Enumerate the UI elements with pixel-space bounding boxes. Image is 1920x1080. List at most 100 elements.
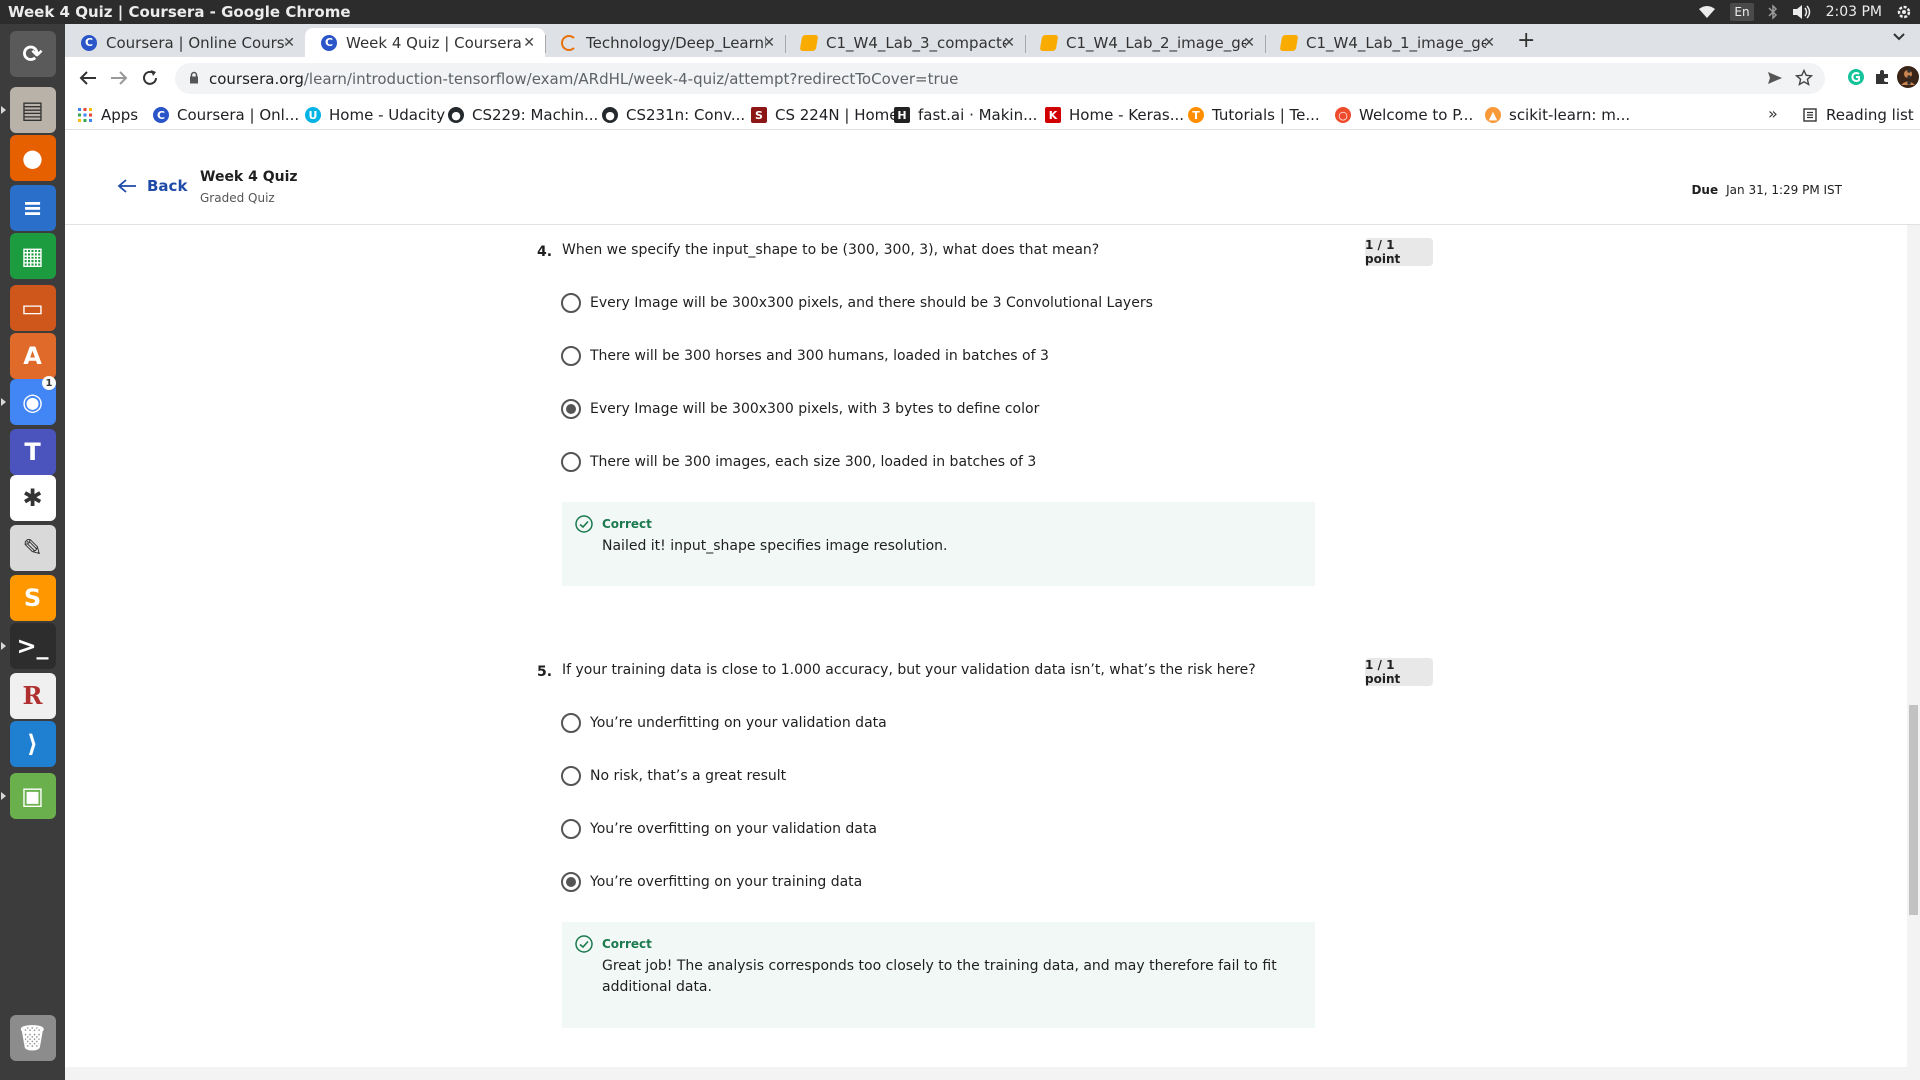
tab-label: Technology/Deep_Learning xyxy=(586,33,766,52)
bluetooth-icon[interactable] xyxy=(1768,4,1778,20)
browser-tab[interactable]: C1_W4_Lab_1_image_gen ✕ xyxy=(1265,28,1505,57)
clock[interactable]: 2:03 PM xyxy=(1826,4,1882,20)
radio-button-selected[interactable] xyxy=(561,872,581,892)
bookmark-item[interactable]: Apps xyxy=(77,106,138,124)
dock-item-r[interactable]: R xyxy=(7,670,58,721)
tab-label: C1_W4_Lab_2_image_gen xyxy=(1066,33,1246,52)
close-tab-icon[interactable]: ✕ xyxy=(763,35,775,51)
scrollbar-thumb[interactable] xyxy=(1909,705,1918,915)
back-arrow-icon[interactable] xyxy=(77,67,99,89)
dock-item-calc[interactable]: ▦ xyxy=(7,230,58,281)
stanford-icon: S xyxy=(751,107,767,123)
bookmark-item[interactable]: C Coursera | Onl... xyxy=(153,106,299,124)
bookmark-item[interactable]: ○ Welcome to P... xyxy=(1335,106,1473,124)
radio-button[interactable] xyxy=(561,346,581,366)
radio-button[interactable] xyxy=(561,452,581,472)
tab-search-chevron-icon[interactable] xyxy=(1892,30,1906,46)
reading-list-button[interactable]: Reading list xyxy=(1802,106,1914,124)
bookmark-item[interactable]: S CS 224N | Home xyxy=(751,106,899,124)
window-title: Week 4 Quiz | Coursera - Google Chrome xyxy=(8,3,351,21)
bookmark-label: Coursera | Onl... xyxy=(177,106,300,124)
dock-item-terminal[interactable]: >_ xyxy=(7,620,58,671)
address-bar[interactable]: coursera.org/learn/introduction-tensorfl… xyxy=(175,63,1825,94)
new-tab-button[interactable]: + xyxy=(1517,28,1535,53)
option-label: There will be 300 horses and 300 humans,… xyxy=(590,348,1049,364)
back-link[interactable]: Back xyxy=(117,177,187,195)
answer-option[interactable]: You’re overfitting on your training data xyxy=(561,872,862,892)
send-tab-icon[interactable] xyxy=(1767,70,1783,90)
settings-gear-icon[interactable] xyxy=(1896,4,1912,20)
feedback-text: Great job! The analysis corresponds too … xyxy=(602,958,1277,995)
close-tab-icon[interactable]: ✕ xyxy=(1243,35,1255,51)
dock-item-files[interactable]: ▤ xyxy=(7,84,58,135)
bookmark-item[interactable]: T Tutorials | Te... xyxy=(1188,106,1320,124)
answer-option[interactable]: Every Image will be 300x300 pixels, with… xyxy=(561,399,1039,419)
grammarly-extension-icon[interactable] xyxy=(1845,66,1867,88)
dock-item-sublime[interactable]: S xyxy=(7,572,58,623)
browser-tab[interactable]: Technology/Deep_Learning✕ xyxy=(545,28,785,57)
colab-icon xyxy=(1039,34,1059,51)
answer-option[interactable]: There will be 300 images, each size 300,… xyxy=(561,452,1036,472)
dock-item-update[interactable]: ⟳ xyxy=(7,28,58,79)
dock-item-slack[interactable]: ✱ xyxy=(7,472,58,523)
close-tab-icon[interactable]: ✕ xyxy=(1003,35,1015,51)
volume-icon[interactable] xyxy=(1792,4,1812,20)
dock-item-writer[interactable]: ≡ xyxy=(7,182,58,233)
dock-item-firefox[interactable]: ● xyxy=(7,132,58,183)
radio-button[interactable] xyxy=(561,713,581,733)
answer-option[interactable]: There will be 300 horses and 300 humans,… xyxy=(561,346,1049,366)
radio-button[interactable] xyxy=(561,819,581,839)
browser-tab[interactable]: C1_W4_Lab_3_compacted ✕ xyxy=(785,28,1025,57)
close-tab-icon[interactable]: ✕ xyxy=(283,35,295,51)
lock-icon[interactable] xyxy=(189,69,199,88)
check-circle-icon xyxy=(575,515,593,537)
bookmark-item[interactable]: K Home - Keras... xyxy=(1045,106,1184,124)
browser-tab[interactable]: C1_W4_Lab_2_image_gen ✕ xyxy=(1025,28,1265,57)
bookmark-item[interactable]: ● CS229: Machin... xyxy=(448,106,598,124)
horizontal-scrollbar[interactable] xyxy=(65,1067,1907,1080)
answer-option[interactable]: You’re overfitting on your validation da… xyxy=(561,819,877,839)
radio-button[interactable] xyxy=(561,766,581,786)
bookmark-item[interactable]: ● CS231n: Conv... xyxy=(602,106,745,124)
browser-tab[interactable]: C Coursera | Online Courses ✕ xyxy=(65,28,305,57)
radio-button[interactable] xyxy=(561,293,581,313)
vertical-scrollbar[interactable] xyxy=(1907,225,1920,1080)
url-text[interactable]: coursera.org/learn/introduction-tensorfl… xyxy=(209,70,958,88)
dock-item-vscode[interactable]: ⟩ xyxy=(7,718,58,769)
answer-option[interactable]: No risk, that’s a great result xyxy=(561,766,786,786)
wifi-icon[interactable] xyxy=(1698,5,1716,19)
tab-separator xyxy=(785,35,786,53)
dock-item-text-editor[interactable]: ✎ xyxy=(7,522,58,573)
sublime-icon: S xyxy=(9,574,56,621)
keyboard-layout-indicator[interactable]: En xyxy=(1730,3,1754,21)
close-tab-icon[interactable]: ✕ xyxy=(523,35,535,51)
more-bookmarks-chevron-icon[interactable]: » xyxy=(1768,104,1778,123)
dock-item-impress[interactable]: ▭ xyxy=(7,282,58,333)
tab-strip: + C Coursera | Online Courses ✕ C Week 4 Qui… xyxy=(65,24,1920,57)
launcher-dock: ⟳ ▤ ● ≡ ▦ ▭ A ◉ 1 T ✱ ✎ S >_ R ⟩ ▣ 🗑 xyxy=(0,24,65,1080)
answer-option[interactable]: Every Image will be 300x300 pixels, and … xyxy=(561,293,1153,313)
fastai-icon: H xyxy=(894,107,910,123)
dock-item-chrome[interactable]: ◉ 1 xyxy=(7,376,58,427)
browser-tab[interactable]: C Week 4 Quiz | Coursera ✕ xyxy=(305,28,545,57)
running-indicator xyxy=(1,642,6,650)
bookmark-label: Home - Keras... xyxy=(1069,106,1185,124)
answer-option[interactable]: You’re underfitting on your validation d… xyxy=(561,713,887,733)
radio-button-selected[interactable] xyxy=(561,399,581,419)
dock-item-image-viewer[interactable]: ▣ xyxy=(7,770,58,821)
forward-arrow-icon[interactable] xyxy=(108,67,130,89)
dock-item-teams[interactable]: T xyxy=(7,426,58,477)
dock-item-software-center[interactable]: A xyxy=(7,330,58,381)
browser-menu-icon[interactable] xyxy=(1898,66,1920,88)
extensions-puzzle-icon[interactable] xyxy=(1871,66,1893,88)
bookmark-item[interactable]: ▲ scikit-learn: m... xyxy=(1485,106,1630,124)
answer-feedback: Correct Great job! The analysis correspon… xyxy=(562,922,1315,1028)
reload-icon[interactable] xyxy=(139,67,161,89)
bookmark-item[interactable]: U Home - Udacity xyxy=(305,106,445,124)
close-tab-icon[interactable]: ✕ xyxy=(1483,35,1495,51)
bookmark-star-icon[interactable] xyxy=(1794,68,1814,91)
question-number: 4. xyxy=(537,244,553,260)
bookmark-item[interactable]: Hfast.ai · Makin... xyxy=(894,106,1037,124)
dock-item-trash[interactable]: 🗑 xyxy=(7,1012,58,1063)
quiz-subtitle: Graded Quiz xyxy=(200,191,275,205)
